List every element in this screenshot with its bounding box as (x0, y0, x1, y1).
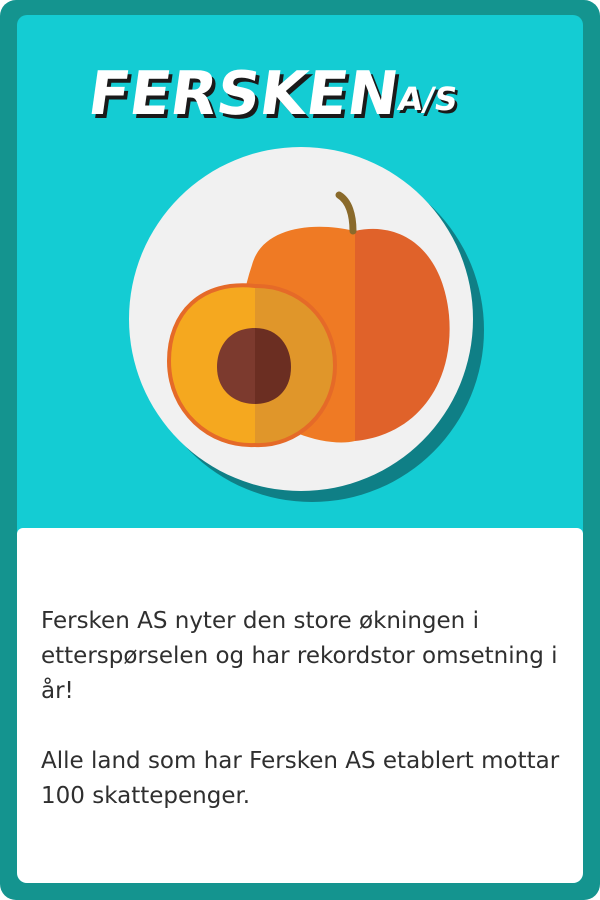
card-title-text: FERSKEN (84, 59, 403, 127)
card-description: Fersken AS nyter den store økningen i et… (41, 604, 561, 849)
card-description-line-2: Alle land som har Fersken AS etablert mo… (41, 748, 560, 809)
card-title: FERSKEN FERSKEN A/S A/S (17, 37, 583, 127)
card[interactable]: FERSKEN FERSKEN A/S A/S Fersken AS nyter… (0, 0, 600, 900)
card-face: FERSKEN FERSKEN A/S A/S Fersken AS nyter… (17, 15, 583, 883)
peach-half (166, 283, 338, 448)
card-description-panel: Fersken AS nyter den store økningen i et… (17, 528, 583, 883)
card-title-svg: FERSKEN FERSKEN A/S A/S (84, 59, 463, 127)
card-description-line-1: Fersken AS nyter den store økningen i et… (41, 608, 558, 704)
peach-icon (129, 147, 484, 502)
card-title-suffix: A/S (395, 80, 460, 118)
